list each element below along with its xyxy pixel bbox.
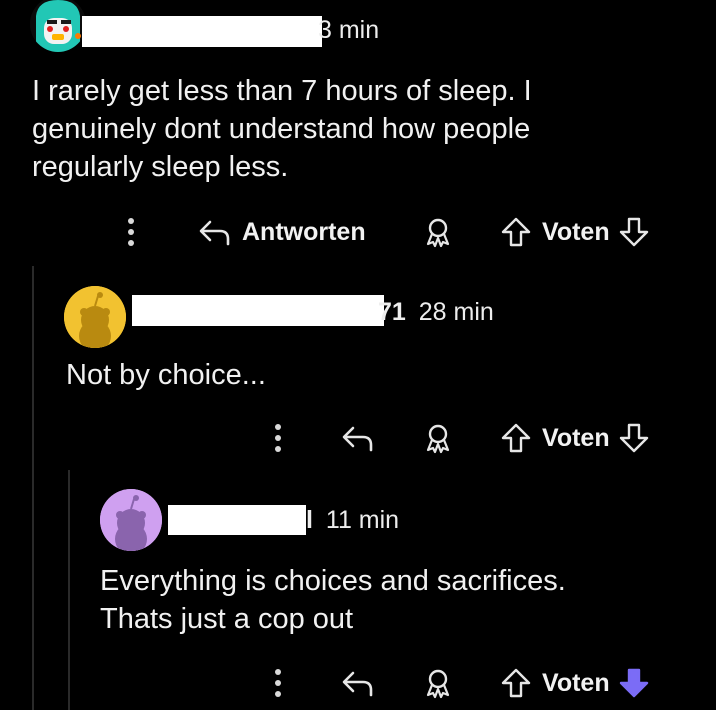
vote-control: Voten <box>500 212 650 252</box>
avatar[interactable] <box>64 286 126 348</box>
more-icon[interactable] <box>268 665 288 701</box>
reply-icon[interactable] <box>340 420 376 456</box>
username-fragment: 71 <box>378 298 406 326</box>
vote-label: Voten <box>542 668 610 697</box>
reply-icon <box>198 217 232 247</box>
comment-text: I rarely get less than 7 hours of sleep.… <box>32 75 532 183</box>
vote-control: Voten <box>500 663 650 703</box>
more-icon[interactable] <box>268 420 288 456</box>
reply-icon[interactable] <box>340 665 376 701</box>
more-icon[interactable] <box>121 214 141 250</box>
award-icon[interactable] <box>420 420 456 456</box>
thread-line <box>68 470 70 710</box>
comment-text: Not by choice... <box>66 359 266 391</box>
downvote-icon[interactable] <box>618 422 650 454</box>
comment-time: 28 min <box>418 298 494 326</box>
upvote-icon[interactable] <box>500 216 532 248</box>
comment-text: Everything is choices and sacrifices. Th… <box>100 565 566 635</box>
thread-line <box>32 266 34 710</box>
avatar[interactable] <box>100 489 162 551</box>
reply-button[interactable]: Antworten <box>198 212 366 252</box>
redacted-username <box>168 505 306 535</box>
comment-time: 11 min <box>325 506 400 534</box>
downvote-icon[interactable] <box>618 216 650 248</box>
comment-meta: l 11 min <box>306 506 399 535</box>
upvote-icon[interactable] <box>500 422 532 454</box>
avatar[interactable] <box>30 0 86 52</box>
redacted-username <box>132 295 384 326</box>
username-fragment: l <box>306 506 313 534</box>
award-icon[interactable] <box>420 665 456 701</box>
award-icon[interactable] <box>420 214 456 250</box>
downvote-icon[interactable] <box>618 667 650 699</box>
comment-time: 3 min <box>318 16 380 44</box>
upvote-icon[interactable] <box>500 667 532 699</box>
reply-label: Antworten <box>242 217 366 246</box>
comment-meta: 71 28 min <box>378 298 494 327</box>
vote-label: Voten <box>542 423 610 452</box>
vote-label: Voten <box>542 217 610 246</box>
vote-control: Voten <box>500 418 650 458</box>
redacted-username <box>82 16 322 47</box>
downvote-active-shape <box>619 668 648 698</box>
